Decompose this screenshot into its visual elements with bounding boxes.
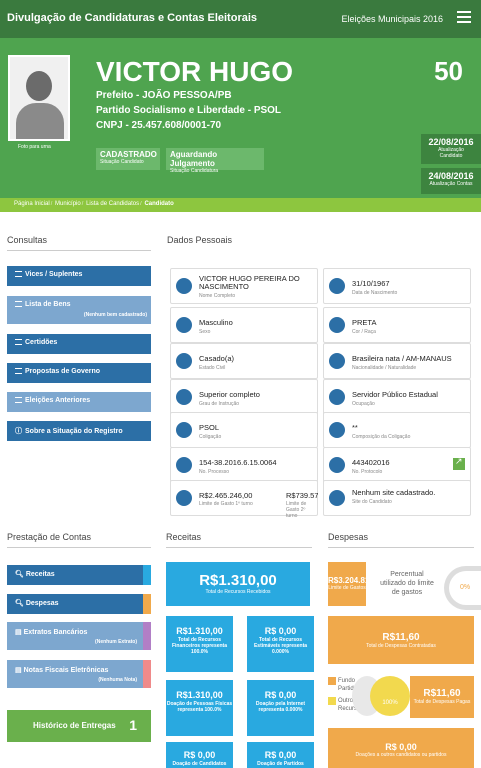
list-icon (15, 339, 22, 345)
hand-icon (329, 317, 345, 333)
receitas-button[interactable]: 🔍︎ Receitas (7, 565, 151, 585)
field-protocolo: 443402016 No. Protocolo (323, 447, 471, 483)
notas-fiscais-button[interactable]: ▤ Notas Fiscais Eletrônicas (Nenhuma Nota… (7, 660, 151, 688)
percent-gauge: 0% (444, 566, 481, 610)
despesas-title: Despesas (328, 532, 369, 542)
user-icon (176, 278, 192, 294)
flag-icon (329, 353, 345, 369)
field-processo: 154-38.2016.6.15.0064 No. Processo (170, 447, 318, 483)
field-sexo: Masculino Sexo (170, 307, 318, 343)
extratos-button[interactable]: ▤ Extratos Bancários (Nenhum Extrato) (7, 622, 151, 650)
prestacao-title: Prestação de Contas (7, 532, 92, 542)
dados-title: Dados Pessoais (167, 235, 233, 245)
graduation-icon (176, 389, 192, 405)
field-limite-gasto: R$2.465.246,00 Limite de Gasto 1º turno R$… (170, 480, 318, 519)
receitas-total-card[interactable]: R$1.310,00 Total de Recursos Recebidos (166, 562, 310, 606)
divider (7, 547, 151, 548)
calendar-icon (329, 278, 345, 294)
gender-icon (176, 317, 192, 333)
receitas-title: Receitas (166, 532, 202, 542)
list-icon (15, 271, 22, 277)
field-coligacao: PSOL Coligação (170, 412, 318, 448)
handshake-icon (176, 422, 192, 438)
candidate-office: Prefeito - JOÃO PESSOA/PB (96, 90, 232, 101)
legend-swatch (328, 677, 336, 685)
breadcrumb-list[interactable]: Lista de Candidatos (86, 201, 139, 207)
breadcrumb-municipio[interactable]: Município (55, 201, 81, 207)
eleicoes-anteriores-button[interactable]: Eleições Anteriores (7, 392, 151, 412)
despesas-button[interactable]: 🔍︎ Despesas (7, 594, 151, 614)
photo-caption: Foto para urna (18, 144, 51, 150)
document-icon: ▤ (15, 629, 24, 636)
list-icon (15, 301, 22, 307)
vices-suplentes-button[interactable]: Vices / Suplentes (7, 266, 151, 286)
divider (328, 547, 474, 548)
menu-icon[interactable] (457, 11, 471, 23)
despesas-pagas-card[interactable]: R$11,60 Total de Despesas Pagas (410, 676, 474, 718)
ring-icon (176, 353, 192, 369)
breadcrumb: Página Inicial/ Município/ Lista de Cand… (0, 198, 481, 212)
field-cor: PRETA Cor / Raça (323, 307, 471, 343)
recursos-financeiros-card[interactable]: R$1.310,00 Total de Recursos Financeiros … (166, 616, 233, 672)
propostas-button[interactable]: Propostas de Governo (7, 363, 151, 383)
consultas-title: Consultas (7, 235, 48, 245)
info-icon: ⓘ (15, 428, 22, 435)
update-date-accounts: 24/08/2016 Atualização Contas (421, 168, 481, 194)
recursos-estimaveis-card[interactable]: R$ 0,00 Total de Recursos Estimáveis repr… (247, 616, 314, 672)
archive-icon (329, 457, 345, 473)
top-bar: Divulgação de Candidaturas e Contas Elei… (0, 0, 481, 38)
breadcrumb-current: Candidato (144, 201, 174, 207)
breadcrumb-home[interactable]: Página Inicial (14, 201, 50, 207)
field-nome: VICTOR HUGO PEREIRA DO NASCIMENTO Nome Co… (170, 268, 318, 304)
list-icon (15, 368, 22, 374)
candidate-party: Partido Socialismo e Liberdade - PSOL (96, 105, 282, 116)
legend-swatch (328, 697, 336, 705)
search-icon: 🔍︎ (15, 600, 26, 607)
search-icon: 🔍︎ (15, 571, 26, 578)
list-icon (15, 397, 22, 403)
field-instrucao: Superior completo Grau de Instrução (170, 379, 318, 415)
certidoes-button[interactable]: Certidões (7, 334, 151, 354)
field-ocupacao: Servidor Público Estadual Ocupação (323, 379, 471, 415)
doacao-candidatos-card[interactable]: R$ 0,00 Doação de Candidatos (166, 742, 233, 768)
limite-gastos-card[interactable]: R$3.204.819,80 Limite de Gastos (328, 562, 385, 606)
globe-icon (329, 490, 345, 506)
doacao-pessoas-fisicas-card[interactable]: R$1.310,00 Doação de Pessoas Físicas repr… (166, 680, 233, 736)
candidate-name: VICTOR HUGO (96, 56, 294, 87)
briefcase-icon (329, 389, 345, 405)
candidate-photo (8, 55, 70, 141)
historico-entregas-button[interactable]: Histórico de Entregas 1 (7, 710, 151, 742)
field-site: Nenhum site cadastrado. Site do Candidato (323, 480, 471, 516)
field-estado-civil: Casado(a) Estado Civil (170, 343, 318, 379)
dollar-icon (176, 490, 192, 506)
field-nacionalidade: Brasileira nata / AM-MANAUS Nacionalidade… (323, 343, 471, 379)
field-composicao: ** Composição da Coligação (323, 412, 471, 448)
doacao-partidos-card[interactable]: R$ 0,00 Doação de Partidos (247, 742, 314, 768)
election-label: Eleições Municipais 2016 (341, 14, 443, 24)
despesas-contratadas-card[interactable]: R$11,60 Total de Despesas Contratadas (328, 616, 474, 664)
doacoes-outros-card[interactable]: R$ 0,00 Doações a outros candidatos ou pa… (328, 728, 474, 768)
historico-count: 1 (129, 717, 137, 733)
update-date-candidate: 22/08/2016 Atualização Candidato (421, 134, 481, 164)
document-icon: ▤ (15, 667, 24, 674)
percent-label: Percentual utilizado do limite de gastos (380, 571, 434, 596)
external-link-icon[interactable] (453, 457, 465, 470)
candidate-cnpj: CNPJ - 25.457.608/0001-70 (96, 120, 222, 131)
group-icon (329, 422, 345, 438)
divider (7, 250, 151, 251)
divider (166, 547, 312, 548)
candidate-number: 50 (434, 56, 463, 86)
lista-bens-button[interactable]: Lista de Bens (Nenhum bem cadastrado) (7, 296, 151, 324)
candidate-header: Foto para urna VICTOR HUGO 50 Prefeito -… (0, 38, 481, 198)
sitemap-icon (176, 457, 192, 473)
app-title: Divulgação de Candidaturas e Contas Elei… (7, 12, 258, 24)
status-badge-candidate: CADASTRADO Situação Candidato (96, 148, 160, 170)
field-nascimento: 31/10/1967 Data de Nascimento (323, 268, 471, 304)
situacao-registro-button[interactable]: ⓘ Sobre a Situação do Registro (7, 421, 151, 441)
status-badge-candidacy: Aguardando Julgamento Situação Candidatur… (166, 148, 264, 174)
donut-chart: 100% (370, 676, 410, 716)
doacao-internet-card[interactable]: R$ 0,00 Doação pela Internet representa 0… (247, 680, 314, 736)
